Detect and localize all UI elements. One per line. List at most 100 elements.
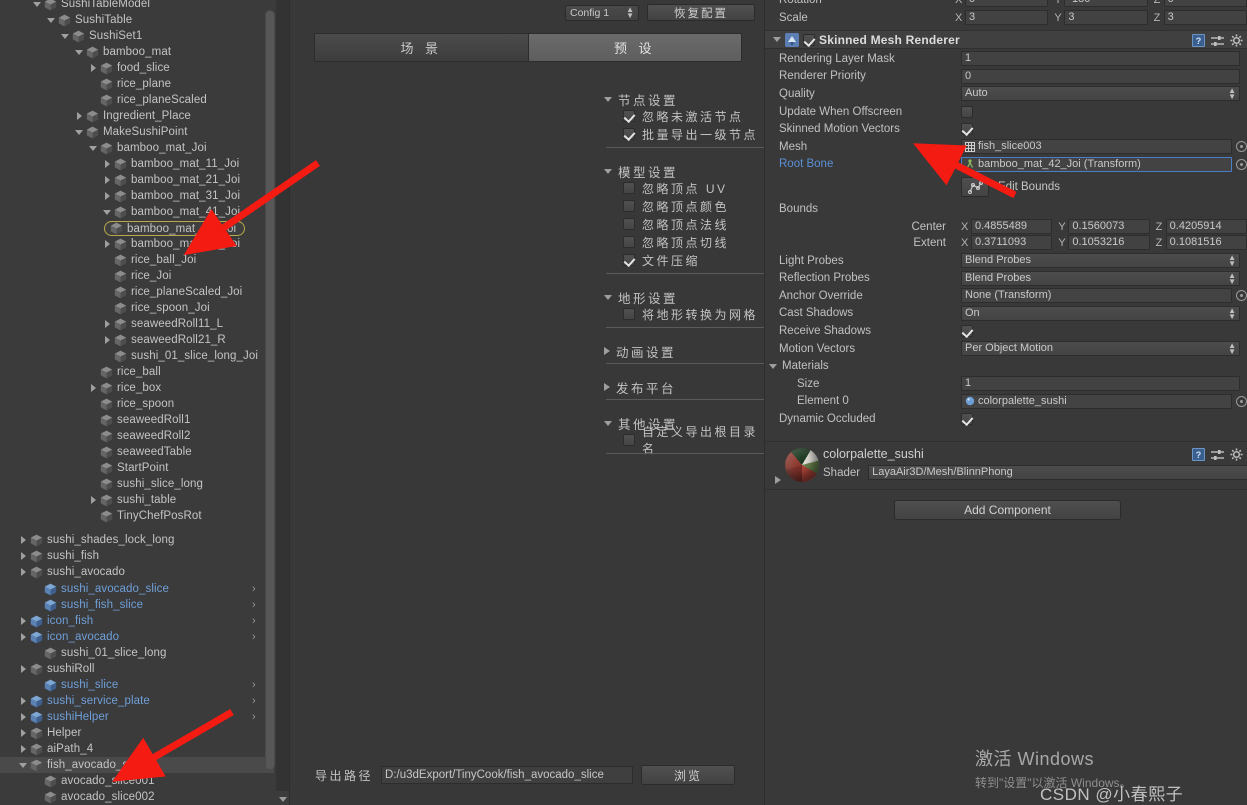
chevron-right-icon[interactable]	[102, 332, 114, 348]
export-option-checkbox[interactable]	[623, 110, 635, 122]
bounds-extent-z-input[interactable]: 0.1081516	[1165, 235, 1247, 251]
chevron-right-icon[interactable]	[18, 661, 30, 677]
add-component-button[interactable]: Add Component	[894, 500, 1121, 520]
export-option-row[interactable]: 批量导出一级节点	[604, 125, 758, 143]
export-option-row[interactable]: 忽略顶点法线	[604, 215, 729, 233]
config-dropdown[interactable]: Config 1 ▲ ▼	[565, 4, 639, 21]
chevron-right-icon[interactable]	[18, 709, 30, 725]
chevron-down-icon[interactable]	[74, 44, 86, 60]
chevron-right-icon[interactable]	[604, 383, 610, 391]
chevron-right-icon[interactable]	[604, 347, 610, 355]
hierarchy-item[interactable]: fish_avocado_slice	[0, 757, 274, 773]
export-tab[interactable]: 预 设	[527, 34, 741, 61]
hierarchy-item[interactable]: rice_planeScaled_Joi	[0, 284, 274, 300]
hierarchy-item[interactable]: sushi_01_slice_long_Joi	[0, 348, 274, 364]
help-icon[interactable]: ?	[1192, 34, 1205, 47]
materials-foldout[interactable]: Materials	[765, 357, 1247, 375]
hierarchy-item[interactable]: sushiHelper ›	[0, 709, 274, 725]
hierarchy-item[interactable]: bamboo_mat_51_Joi	[0, 236, 274, 252]
browse-button[interactable]: 浏览	[641, 765, 736, 785]
hierarchy-item[interactable]: food_slice	[0, 60, 274, 76]
skinned-mesh-renderer-header[interactable]: Skinned Mesh Renderer ?	[765, 30, 1247, 49]
hierarchy-item[interactable]: TinyChefPosRot	[0, 508, 274, 524]
component-enabled-checkbox[interactable]	[803, 33, 815, 46]
hierarchy-item[interactable]: bamboo_mat_21_Joi	[0, 172, 274, 188]
hierarchy-item[interactable]: sushi_avocado_slice ›	[0, 581, 274, 597]
chevron-right-icon[interactable]	[18, 613, 30, 629]
export-option-checkbox[interactable]	[623, 218, 635, 230]
chevron-right-icon[interactable]	[102, 156, 114, 172]
chevron-right-icon[interactable]	[18, 693, 30, 709]
hierarchy-item[interactable]: sushiRoll	[0, 661, 274, 677]
hierarchy-item[interactable]: seaweedRoll11_L	[0, 316, 274, 332]
chevron-down-icon[interactable]	[604, 168, 612, 174]
chevron-right-icon[interactable]	[18, 564, 30, 580]
gear-icon[interactable]	[1230, 448, 1243, 461]
hierarchy-item[interactable]: rice_box	[0, 380, 274, 396]
export-option-checkbox[interactable]	[623, 200, 635, 212]
export-option-checkbox[interactable]	[623, 254, 635, 266]
hierarchy-item[interactable]: rice_spoon_Joi	[0, 300, 274, 316]
export-section-header[interactable]: 模型设置	[604, 162, 678, 180]
export-option-row[interactable]: 忽略未激活节点	[604, 107, 744, 125]
chevron-right-icon[interactable]	[18, 532, 30, 548]
hierarchy-item[interactable]: Helper	[0, 725, 274, 741]
hierarchy-item[interactable]: avocado_slice002	[0, 789, 274, 805]
inspector-dropdown[interactable]: Blend Probes ▲ ▼	[961, 270, 1240, 286]
hierarchy-item[interactable]: sushi_slice ›	[0, 677, 274, 693]
edit-bounds-button[interactable]	[961, 177, 989, 198]
export-path-input[interactable]: D:/u3dExport/TinyCook/fish_avocado_slice	[381, 766, 634, 784]
hierarchy-item[interactable]: sushi_fish_slice ›	[0, 597, 274, 613]
scale-y-input[interactable]: 3	[1064, 10, 1148, 26]
gear-icon[interactable]	[1230, 34, 1243, 47]
chevron-down-icon[interactable]	[769, 363, 777, 369]
export-option-row[interactable]: 自定义导出根目录名	[604, 425, 765, 456]
prefab-open-icon[interactable]: ›	[252, 616, 260, 627]
hierarchy-item[interactable]: bamboo_mat_42_Joi	[0, 220, 274, 236]
restore-config-button[interactable]: 恢复配置	[647, 4, 755, 21]
hierarchy-item[interactable]: bamboo_mat_31_Joi	[0, 188, 274, 204]
help-icon[interactable]: ?	[1192, 448, 1205, 461]
export-option-row[interactable]: 忽略顶点颜色	[604, 197, 729, 215]
hierarchy-scrollbar-thumb[interactable]	[265, 10, 275, 770]
hierarchy-item[interactable]: sushi_avocado	[0, 564, 274, 580]
hierarchy-item[interactable]: Ingredient_Place	[0, 108, 274, 124]
rotation-z-input[interactable]: 0	[1163, 0, 1247, 8]
hierarchy-item[interactable]: sushi_service_plate ›	[0, 693, 274, 709]
prefab-open-icon[interactable]: ›	[252, 696, 260, 707]
chevron-right-icon[interactable]	[18, 741, 30, 757]
export-tab[interactable]: 场 景	[315, 34, 528, 61]
export-option-row[interactable]: 将地形转换为网格	[604, 305, 758, 323]
chevron-down-icon[interactable]	[18, 757, 30, 773]
export-section-header[interactable]: 动画设置	[604, 342, 676, 360]
inspector-checkbox[interactable]	[961, 324, 973, 337]
scale-x-input[interactable]: 3	[965, 10, 1049, 26]
export-option-checkbox[interactable]	[623, 434, 635, 446]
export-option-row[interactable]: 文件压缩	[604, 251, 700, 269]
hierarchy-item[interactable]: sushi_slice_long	[0, 476, 274, 492]
export-option-checkbox[interactable]	[623, 182, 635, 194]
prefab-open-icon[interactable]: ›	[252, 584, 260, 595]
inspector-checkbox[interactable]	[961, 105, 973, 118]
inspector-number-input[interactable]: 0	[961, 68, 1240, 84]
inspector-dropdown[interactable]: Blend Probes ▲ ▼	[961, 253, 1240, 269]
chevron-right-icon[interactable]	[18, 548, 30, 564]
hierarchy-item[interactable]: SushiTable	[0, 12, 274, 28]
chevron-right-icon[interactable]	[102, 236, 114, 252]
hierarchy-item[interactable]: avocado_slice001	[0, 773, 274, 789]
preset-icon[interactable]	[1211, 35, 1224, 47]
export-option-checkbox[interactable]	[623, 236, 635, 248]
chevron-right-icon[interactable]	[102, 316, 114, 332]
bounds-center-z-input[interactable]: 0.4205914	[1165, 219, 1247, 235]
scale-z-input[interactable]: 3	[1163, 10, 1247, 26]
hierarchy-item[interactable]: rice_spoon	[0, 396, 274, 412]
export-option-checkbox[interactable]	[623, 128, 635, 140]
chevron-right-icon[interactable]	[88, 60, 100, 76]
hierarchy-item[interactable]: rice_ball_Joi	[0, 252, 274, 268]
rotation-y-input[interactable]: -180	[1064, 0, 1148, 8]
hierarchy-item[interactable]: rice_ball	[0, 364, 274, 380]
export-section-header[interactable]: 节点设置	[604, 90, 678, 108]
mesh-object-field[interactable]: fish_slice003	[961, 139, 1232, 155]
export-section-header[interactable]: 地形设置	[604, 288, 678, 306]
hierarchy-item[interactable]: seaweedRoll2	[0, 428, 274, 444]
